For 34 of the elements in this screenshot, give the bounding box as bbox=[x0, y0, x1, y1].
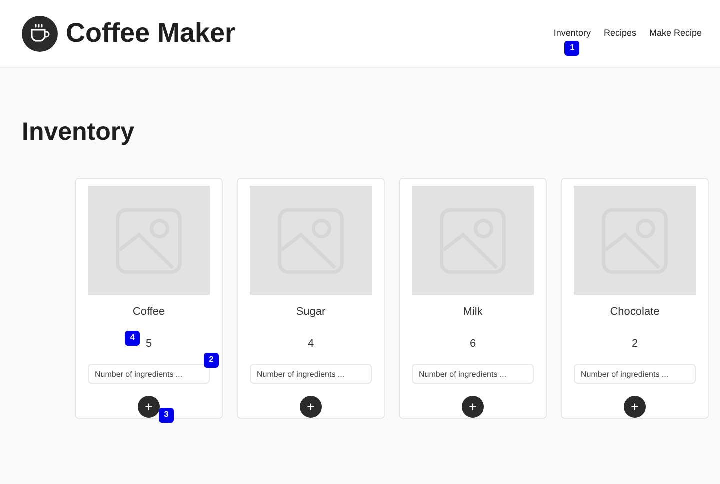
image-placeholder-icon bbox=[88, 186, 210, 295]
ingredient-count: 5 bbox=[146, 338, 152, 350]
add-button[interactable] bbox=[624, 396, 646, 418]
add-button[interactable] bbox=[462, 396, 484, 418]
plus-icon bbox=[144, 402, 154, 412]
quantity-input-field[interactable]: Number of ingredients ... bbox=[412, 364, 534, 384]
ingredient-name: Milk bbox=[463, 305, 483, 320]
image-placeholder-icon bbox=[412, 186, 534, 295]
marker-badge: 3 bbox=[159, 408, 174, 422]
ingredient-name: Chocolate bbox=[610, 305, 660, 320]
page-title: Inventory bbox=[22, 117, 136, 148]
quantity-input-field[interactable]: Number of ingredients ... bbox=[574, 364, 696, 384]
marker-badge: 1 bbox=[564, 40, 580, 56]
plus-icon bbox=[630, 402, 640, 412]
marker-badge: 4 bbox=[125, 330, 140, 346]
nav-link[interactable]: Recipes bbox=[604, 28, 636, 38]
ingredient-count: 6 bbox=[470, 338, 476, 350]
add-button[interactable] bbox=[138, 396, 160, 418]
ingredient-name: Coffee bbox=[132, 305, 166, 320]
add-button[interactable] bbox=[300, 396, 322, 418]
plus-icon bbox=[468, 402, 478, 412]
plus-icon bbox=[306, 402, 316, 412]
cup-icon bbox=[22, 16, 58, 52]
ingredient-count: 4 bbox=[308, 338, 314, 350]
marker-badge: 2 bbox=[204, 352, 219, 368]
app-title: Coffee Maker bbox=[66, 17, 236, 50]
ingredient-count: 2 bbox=[632, 338, 638, 350]
quantity-input-field[interactable]: Number of ingredients ... bbox=[88, 364, 210, 384]
image-placeholder-icon bbox=[250, 186, 372, 295]
image-placeholder-icon bbox=[574, 186, 696, 295]
ingredient-name: Sugar bbox=[296, 305, 326, 320]
nav-link[interactable]: Inventory bbox=[554, 28, 591, 38]
quantity-input-field[interactable]: Number of ingredients ... bbox=[250, 364, 372, 384]
nav-link[interactable]: Make Recipe bbox=[649, 28, 702, 38]
